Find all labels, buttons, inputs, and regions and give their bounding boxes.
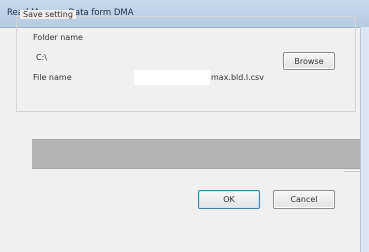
- progress-bar: [32, 139, 360, 169]
- window-frame-edge: [360, 27, 369, 252]
- dialog-window: Read Memory Data form DMA Save setting F…: [0, 0, 369, 252]
- save-setting-group-label: Save setting: [20, 10, 76, 19]
- ok-button[interactable]: OK: [198, 190, 260, 209]
- file-name-input[interactable]: [134, 70, 210, 85]
- file-name-label: File name: [33, 73, 72, 82]
- folder-path-value: C:\: [36, 53, 47, 62]
- folder-name-label: Folder name: [33, 33, 83, 42]
- divider: [344, 171, 360, 172]
- file-name-suffix: max.bld.l.csv: [211, 73, 264, 82]
- browse-button[interactable]: Browse: [283, 52, 335, 70]
- cancel-button[interactable]: Cancel: [273, 190, 335, 209]
